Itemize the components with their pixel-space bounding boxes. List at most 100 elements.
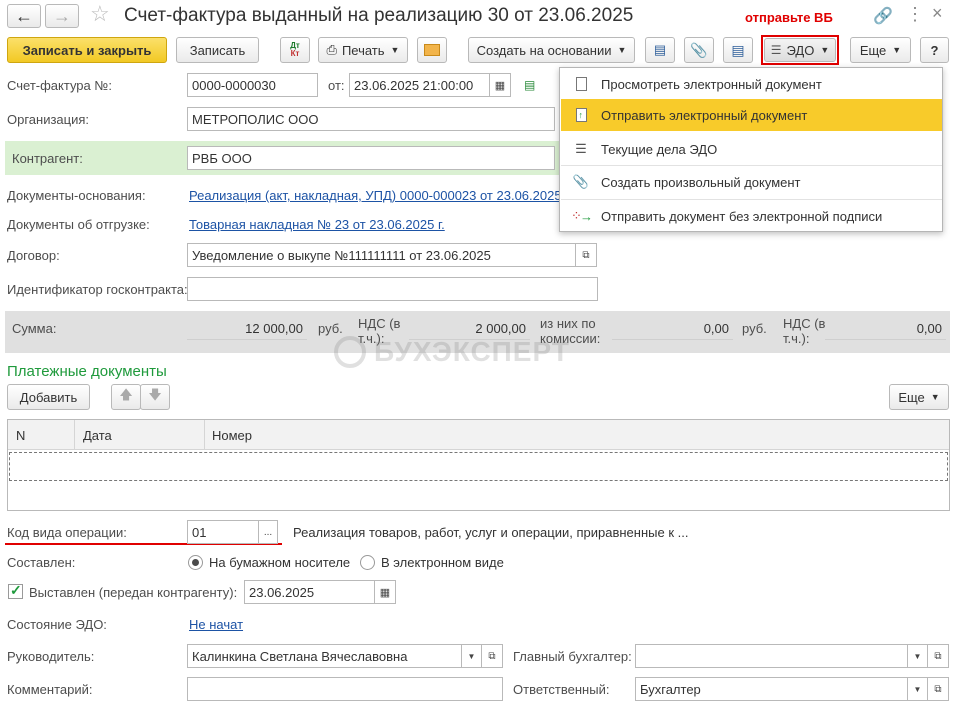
document-status-icon[interactable]: ▤ [524, 78, 535, 92]
head-label: Руководитель: [7, 649, 95, 664]
responsible-open-button[interactable]: ⧉ [927, 677, 949, 701]
arrow-left-icon: ← [15, 6, 33, 26]
chevron-down-icon: ▼ [892, 45, 902, 55]
invoice-number-field[interactable]: 0000-0000030 [187, 73, 318, 97]
column-divider [204, 420, 205, 450]
responsible-label: Ответственный: [513, 682, 610, 697]
save-button[interactable]: Записать [176, 37, 259, 63]
sum-label: Сумма: [12, 321, 57, 336]
paper-radio-label[interactable]: На бумажном носителе [209, 555, 350, 570]
issued-checkbox[interactable]: ✓ [8, 582, 23, 599]
save-close-button[interactable]: Записать и закрыть [7, 37, 167, 63]
base-docs-label: Документы-основания: [7, 188, 146, 203]
menu-item-label: Просмотреть электронный документ [601, 76, 822, 92]
more-label: Еще [859, 42, 887, 58]
edo-state-link[interactable]: Не начат [189, 617, 243, 632]
calendar-button[interactable]: ▦ [489, 73, 511, 97]
email-button[interactable] [417, 37, 447, 63]
star-icon[interactable]: ☆ [90, 3, 110, 25]
structure-icon: ▤ [653, 42, 667, 57]
edo-dropdown-menu: Просмотреть электронный документ ↑ Отпра… [559, 67, 943, 232]
menu-item-edo-tasks[interactable]: ☰ Текущие дела ЭДО [561, 133, 942, 165]
head-field[interactable]: Калинкина Светлана Вячеславовна [187, 644, 462, 668]
vat2-label: НДС (в т.ч.): [783, 316, 826, 346]
comment-field[interactable] [187, 677, 503, 701]
chevron-down-icon: ▼ [913, 684, 922, 694]
contract-label: Договор: [7, 248, 60, 263]
chief-accountant-open-button[interactable]: ⧉ [927, 644, 949, 668]
link-icon[interactable]: 🔗 [873, 6, 893, 26]
invoice-date-field[interactable]: 23.06.2025 21:00:00 [349, 73, 490, 97]
forward-button[interactable]: → [45, 4, 79, 28]
edo-icon: ☰ [770, 43, 782, 57]
commission-currency: руб. [742, 321, 767, 336]
dt-kt-button[interactable]: Дт Кт [280, 37, 310, 63]
contractor-label: Контрагент: [12, 151, 83, 166]
column-number[interactable]: Номер [212, 428, 252, 443]
watermark-logo: БУХЭКСПЕРТ [334, 336, 570, 368]
compiled-label: Составлен: [7, 555, 76, 570]
issued-calendar-button[interactable]: ▦ [374, 580, 396, 604]
chevron-down-icon: ▼ [820, 45, 830, 55]
menu-item-view-edoc[interactable]: Просмотреть электронный документ [561, 68, 942, 100]
operation-code-description: Реализация товаров, работ, услуг и опера… [293, 525, 689, 540]
contract-open-button[interactable]: ⧉ [575, 243, 597, 267]
contractor-field[interactable]: РВБ ООО [187, 146, 555, 170]
more-vertical-icon[interactable]: ⋮ [906, 4, 924, 25]
column-n[interactable]: N [16, 428, 25, 443]
move-up-button[interactable]: 🡅 [111, 384, 141, 410]
gov-contract-label: Идентификатор госконтракта: [7, 282, 188, 297]
paperclip-icon: 📎 [690, 41, 708, 58]
chief-accountant-field[interactable] [635, 644, 908, 668]
back-button[interactable]: ← [7, 4, 41, 28]
responsible-field[interactable]: Бухгалтер [635, 677, 908, 701]
close-icon[interactable]: × [932, 3, 943, 24]
structure-button[interactable]: ▤ [645, 37, 675, 63]
edo-button[interactable]: ☰ ЭДО ▼ [764, 38, 836, 62]
table-header: N Дата Номер [8, 420, 949, 450]
payments-more-button[interactable]: Еще ▼ [889, 384, 949, 410]
move-down-button[interactable]: 🡇 [140, 384, 170, 410]
attach-button[interactable]: 📎 [684, 37, 714, 63]
add-payment-button[interactable]: Добавить [7, 384, 90, 410]
electronic-radio[interactable] [360, 555, 375, 570]
head-open-button[interactable]: ⧉ [481, 644, 503, 668]
operation-code-select-button[interactable]: ... [258, 520, 278, 544]
help-button[interactable]: ? [920, 37, 949, 63]
chief-accountant-dropdown-button[interactable]: ▼ [907, 644, 928, 668]
unsigned-send-icon: ⁘ → [571, 208, 593, 224]
edo-state-label: Состояние ЭДО: [7, 617, 107, 632]
table-row[interactable] [9, 452, 948, 481]
column-date[interactable]: Дата [83, 428, 112, 443]
more-button[interactable]: Еще ▼ [850, 37, 911, 63]
operation-code-field[interactable]: 01 [187, 520, 259, 544]
chevron-down-icon: ▼ [930, 392, 940, 402]
dt-kt-icon: Дт Кт [290, 41, 300, 58]
open-icon: ⧉ [934, 683, 942, 695]
contract-field[interactable]: Уведомление о выкупе №111111111 от 23.06… [187, 243, 576, 267]
organization-field[interactable]: МЕТРОПОЛИС ООО [187, 107, 555, 131]
invoice-number-label: Счет-фактура №: [7, 78, 112, 93]
head-dropdown-button[interactable]: ▼ [461, 644, 482, 668]
base-docs-link[interactable]: Реализация (акт, накладная, УПД) 0000-00… [189, 188, 562, 203]
chevron-down-icon: ▼ [467, 651, 476, 661]
paper-radio[interactable] [188, 555, 203, 570]
menu-item-label: Создать произвольный документ [601, 174, 801, 190]
gov-contract-field[interactable] [187, 277, 598, 301]
menu-item-send-edoc[interactable]: ↑ Отправить электронный документ [561, 99, 942, 131]
electronic-radio-label[interactable]: В электронном виде [381, 555, 504, 570]
shipping-docs-link[interactable]: Товарная накладная № 23 от 23.06.2025 г. [189, 217, 445, 232]
organization-label: Организация: [7, 112, 90, 127]
create-based-button[interactable]: Создать на основании ▼ [468, 37, 635, 63]
responsible-dropdown-button[interactable]: ▼ [907, 677, 928, 701]
report-button[interactable]: ▤ [723, 37, 753, 63]
watermark-text: БУХЭКСПЕРТ [374, 336, 570, 367]
payments-table[interactable]: N Дата Номер [7, 419, 950, 511]
print-button[interactable]: ⎙ Печать ▼ [318, 37, 408, 63]
issued-date-field[interactable]: 23.06.2025 [244, 580, 375, 604]
checkmark-icon: ✓ [10, 582, 22, 598]
menu-item-label: Отправить электронный документ [601, 107, 808, 123]
menu-item-send-unsigned[interactable]: ⁘ → Отправить документ без электронной по… [561, 200, 942, 232]
menu-item-create-custom[interactable]: 📎 Создать произвольный документ [561, 166, 942, 198]
issued-label: Выставлен (передан контрагенту): [29, 585, 238, 600]
